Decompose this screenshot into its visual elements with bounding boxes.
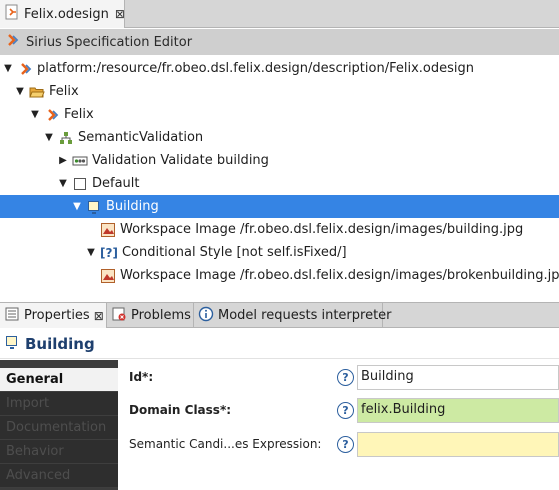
specification-tree: ▼ platform:/resource/fr.obeo.dsl.felix.d…	[0, 57, 559, 297]
property-section-tabs: General Import Documentation Behavior Ad…	[0, 360, 118, 490]
tree-item-label: platform:/resource/fr.obeo.dsl.felix.des…	[37, 61, 474, 76]
help-icon[interactable]: ?	[337, 402, 354, 419]
validation-rule-icon	[72, 153, 88, 169]
editor-title-bar: Sirius Specification Editor	[0, 29, 559, 55]
node-mapping-icon	[86, 199, 102, 215]
tree-item-workspace-image-broken[interactable]: Workspace Image /fr.obeo.dsl.felix.desig…	[0, 264, 559, 287]
id-row: Id*: ? Building	[118, 365, 559, 391]
section-tab-documentation[interactable]: Documentation	[0, 416, 118, 440]
tree-item-label: Conditional Style [not self.isFixed/]	[121, 245, 347, 260]
layer-icon	[72, 176, 88, 192]
general-properties-form: Id*: ? Building Domain Class*: ? felix.B…	[118, 360, 559, 490]
viewpoint-icon	[44, 107, 60, 123]
tree-item-building[interactable]: ▼ Building	[0, 195, 559, 218]
editor-title: Sirius Specification Editor	[26, 34, 193, 50]
tree-item-group-felix[interactable]: ▼ Felix	[0, 80, 559, 103]
properties-title: Building	[25, 334, 95, 353]
conditional-style-icon: [?]	[100, 245, 118, 260]
tab-model-requests-interpreter[interactable]: Model requests interpreter	[194, 303, 392, 328]
semantic-candidates-row: Semantic Candi...es Expression: ?	[118, 432, 559, 458]
domain-class-label: Domain Class*:	[129, 403, 232, 417]
tree-item-viewpoint-felix[interactable]: ▼ Felix	[0, 103, 559, 126]
id-label: Id*:	[129, 370, 154, 384]
tree-item-workspace-image[interactable]: Workspace Image /fr.obeo.dsl.felix.desig…	[0, 218, 559, 241]
tree-item-semantic-validation[interactable]: ▼ SemanticValidation	[0, 126, 559, 149]
tab-label: Model requests interpreter	[218, 308, 392, 323]
expand-twisty-icon[interactable]: ▼	[13, 86, 27, 97]
section-tab-general[interactable]: General	[0, 368, 118, 392]
tree-item-label: Building	[106, 199, 159, 214]
semantic-candidates-label: Semantic Candi...es Expression:	[129, 437, 322, 451]
tree-item-resource[interactable]: ▼ platform:/resource/fr.obeo.dsl.felix.d…	[0, 57, 559, 80]
close-icon[interactable]: ⊠	[115, 7, 125, 21]
section-tab-advanced[interactable]: Advanced	[0, 464, 118, 488]
tree-item-label: Validation Validate building	[92, 153, 269, 168]
tab-problems[interactable]: Problems	[107, 303, 194, 328]
resource-icon	[17, 61, 33, 77]
tree-item-label: Default	[92, 176, 140, 191]
expand-twisty-icon[interactable]: ▼	[70, 201, 84, 212]
expand-twisty-icon[interactable]: ▼	[1, 63, 15, 74]
tree-item-validation-rule[interactable]: ▶ Validation Validate building	[0, 149, 559, 172]
section-tab-import[interactable]: Import	[0, 392, 118, 416]
semantic-candidates-expression-field[interactable]	[357, 432, 559, 457]
view-tab-bar: Properties ⊠ Problems Model requests int…	[0, 302, 559, 328]
problems-icon	[111, 306, 127, 326]
id-field[interactable]: Building	[357, 365, 559, 390]
odesign-file-icon	[4, 4, 20, 24]
tree-item-default-layer[interactable]: ▼ Default	[0, 172, 559, 195]
tree-item-label: Felix	[49, 84, 79, 99]
tree-item-conditional-style[interactable]: ▼ [?] Conditional Style [not self.isFixe…	[0, 241, 559, 264]
open-folder-icon	[29, 84, 45, 100]
tree-item-label: Felix	[64, 107, 94, 122]
tree-item-label: SemanticValidation	[78, 130, 204, 145]
close-icon[interactable]: ⊠	[94, 309, 104, 323]
properties-icon	[4, 306, 20, 326]
workspace-image-icon	[100, 222, 116, 238]
expand-twisty-icon[interactable]: ▼	[42, 132, 56, 143]
editor-tab-felix-odesign[interactable]: Felix.odesign ⊠	[0, 0, 125, 28]
tab-label: Properties	[24, 308, 90, 323]
tree-item-label: Workspace Image /fr.obeo.dsl.felix.desig…	[120, 268, 559, 283]
help-icon[interactable]: ?	[337, 436, 354, 453]
validation-tree-icon	[58, 130, 74, 146]
workspace-image-icon	[100, 268, 116, 284]
expand-twisty-icon[interactable]: ▼	[56, 178, 70, 189]
properties-header: Building	[0, 329, 559, 359]
domain-class-row: Domain Class*: ? felix.Building	[118, 398, 559, 424]
sirius-logo-icon	[4, 32, 20, 52]
expand-twisty-icon[interactable]: ▶	[56, 155, 70, 166]
section-tab-behavior[interactable]: Behavior	[0, 440, 118, 464]
editor-tab-bar: Felix.odesign ⊠	[0, 0, 559, 28]
tab-label: Problems	[131, 308, 191, 323]
info-icon	[198, 306, 214, 326]
tree-item-label: Workspace Image /fr.obeo.dsl.felix.desig…	[120, 222, 524, 237]
editor-tab-label: Felix.odesign	[24, 6, 109, 22]
expand-twisty-icon[interactable]: ▼	[28, 109, 42, 120]
tab-properties[interactable]: Properties ⊠	[0, 303, 107, 328]
domain-class-field[interactable]: felix.Building	[357, 398, 559, 423]
help-icon[interactable]: ?	[337, 369, 354, 386]
node-mapping-icon	[4, 334, 20, 354]
expand-twisty-icon[interactable]: ▼	[84, 247, 98, 258]
